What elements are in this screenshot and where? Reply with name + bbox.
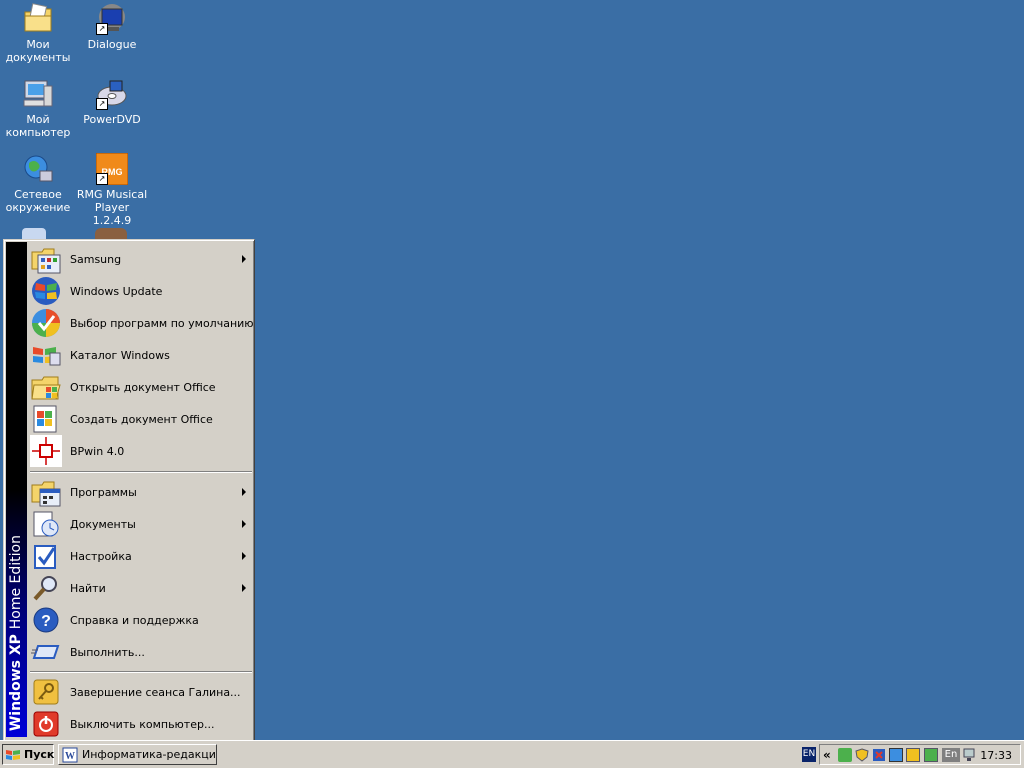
clock[interactable]: 17:33 <box>980 749 1012 762</box>
menu-item-label: Программы <box>70 485 137 499</box>
menu-item-logoff[interactable]: Завершение сеанса Галина... <box>28 676 252 708</box>
documents-icon <box>30 508 62 540</box>
desktop-icon-label: RMG Musical Player 1.2.4.9 <box>76 188 148 227</box>
language-bar-label[interactable]: En <box>942 748 960 762</box>
desktop-icon-label: Мои документы <box>5 38 71 64</box>
desktop-icon-label: Dialogue <box>87 38 137 51</box>
default-programs-icon <box>30 307 62 339</box>
submenu-arrow-icon <box>242 584 246 592</box>
submenu-arrow-icon <box>242 520 246 528</box>
help-icon: ? <box>30 604 62 636</box>
menu-item-windows-update[interactable]: Windows Update <box>28 275 252 307</box>
menu-item-label: Найти <box>70 581 106 595</box>
rmg-player-icon: RMG ↗ <box>95 152 129 186</box>
menu-item-label: Выбор программ по умолчанию <box>70 316 254 330</box>
system-tray: « En 17:33 <box>819 744 1021 765</box>
start-button[interactable]: Пуск <box>2 744 54 765</box>
language-indicator[interactable]: EN <box>802 747 816 762</box>
desktop-icon-label: Мой компьютер <box>5 113 71 139</box>
desktop-icon-label: PowerDVD <box>83 113 141 126</box>
menu-separator <box>30 671 252 673</box>
logoff-icon <box>30 676 62 708</box>
submenu-arrow-icon <box>242 488 246 496</box>
svg-text:?: ? <box>41 613 51 630</box>
open-office-document-icon <box>30 371 62 403</box>
menu-item-settings[interactable]: Настройка <box>28 540 252 572</box>
word-document-icon: W <box>62 747 78 763</box>
windows-update-icon <box>30 275 62 307</box>
taskbar: Пуск W Информатика-редакци... EN « En 17… <box>0 740 1024 768</box>
menu-item-windows-catalog[interactable]: Каталог Windows <box>28 339 252 371</box>
menu-item-shutdown[interactable]: Выключить компьютер... <box>28 708 252 740</box>
dialogue-icon: ↗ <box>96 3 128 35</box>
desktop-icon-dialogue[interactable]: ↗ Dialogue <box>74 3 150 51</box>
programs-icon <box>30 476 62 508</box>
menu-item-label: BPwin 4.0 <box>70 444 125 458</box>
menu-item-label: Выключить компьютер... <box>70 717 215 731</box>
menu-item-documents[interactable]: Документы <box>28 508 252 540</box>
windows-flag-icon <box>5 748 21 762</box>
desktop-icon-label: Сетевое окружение <box>5 188 71 214</box>
menu-item-open-office-doc[interactable]: Открыть документ Office <box>28 371 252 403</box>
computer-icon <box>22 78 54 110</box>
submenu-arrow-icon <box>242 552 246 560</box>
settings-icon <box>30 540 62 572</box>
menu-item-label: Справка и поддержка <box>70 613 199 627</box>
desktop-icon-rmg-player[interactable]: RMG ↗ RMG Musical Player 1.2.4.9 <box>74 152 150 227</box>
shield-icon[interactable] <box>855 748 869 762</box>
powerdvd-icon: ↗ <box>96 78 128 110</box>
taskbar-window-label: Информатика-редакци... <box>82 748 217 761</box>
menu-item-run[interactable]: Выполнить... <box>28 636 252 668</box>
bpwin-icon <box>30 435 62 467</box>
start-menu: Windows XP Home Edition Samsung Windows … <box>3 239 255 742</box>
menu-item-label: Выполнить... <box>70 645 145 659</box>
taskbar-window-button[interactable]: W Информатика-редакци... <box>58 744 217 765</box>
menu-item-samsung[interactable]: Samsung <box>28 243 252 275</box>
menu-item-bpwin[interactable]: BPwin 4.0 <box>28 435 252 467</box>
start-button-label: Пуск <box>24 748 55 761</box>
desktop-icon-my-documents[interactable]: Мои документы <box>0 3 76 64</box>
program-group-icon <box>30 243 62 275</box>
desktop-icon-network[interactable]: Сетевое окружение <box>0 153 76 214</box>
banner-product: Windows XP <box>8 633 24 731</box>
banner-edition: Home Edition <box>8 534 24 630</box>
submenu-arrow-icon <box>242 255 246 263</box>
menu-item-new-office-doc[interactable]: Создать документ Office <box>28 403 252 435</box>
run-icon <box>30 636 62 668</box>
svg-text:W: W <box>65 751 75 762</box>
network-globe-icon <box>22 153 54 185</box>
menu-item-label: Документы <box>70 517 136 531</box>
desktop-icon-powerdvd[interactable]: ↗ PowerDVD <box>74 78 150 126</box>
menu-item-label: Создать документ Office <box>70 412 213 426</box>
folder-documents-icon <box>22 3 54 35</box>
desktop-icon-my-computer[interactable]: Мой компьютер <box>0 78 76 139</box>
power-tray-icon[interactable] <box>924 748 938 762</box>
new-office-document-icon <box>30 403 62 435</box>
menu-item-programs[interactable]: Программы <box>28 476 252 508</box>
security-warning-icon[interactable] <box>872 748 886 762</box>
menu-item-label: Samsung <box>70 252 122 266</box>
menu-item-label: Настройка <box>70 549 132 563</box>
monitor-tray-icon[interactable] <box>906 748 920 762</box>
menu-item-label: Завершение сеанса Галина... <box>70 685 241 699</box>
start-menu-banner: Windows XP Home Edition <box>6 242 27 737</box>
menu-item-default-programs[interactable]: Выбор программ по умолчанию <box>28 307 254 339</box>
menu-separator <box>30 471 252 473</box>
menu-item-help[interactable]: ? Справка и поддержка <box>28 604 252 636</box>
menu-item-label: Каталог Windows <box>70 348 170 362</box>
shutdown-icon <box>30 708 62 740</box>
display-tray-icon[interactable] <box>889 748 903 762</box>
menu-item-search[interactable]: Найти <box>28 572 252 604</box>
network-tray-icon[interactable] <box>838 748 852 762</box>
menu-item-label: Открыть документ Office <box>70 380 216 394</box>
chevron-left-icon[interactable]: « <box>823 748 837 762</box>
search-icon <box>30 572 62 604</box>
menu-item-label: Windows Update <box>70 284 163 298</box>
windows-catalog-icon <box>30 339 62 371</box>
network-connection-icon[interactable] <box>963 748 977 762</box>
